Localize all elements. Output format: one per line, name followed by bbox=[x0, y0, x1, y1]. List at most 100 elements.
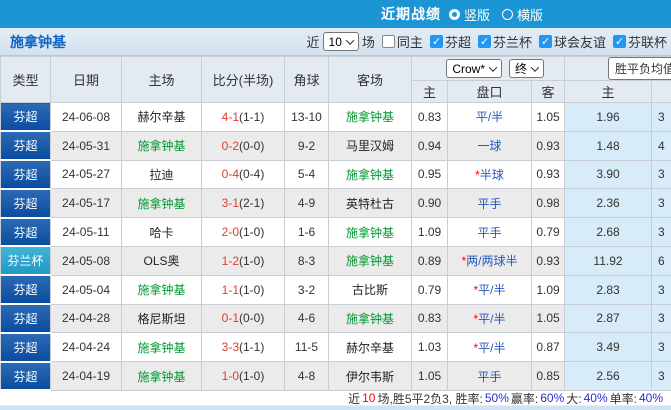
checkbox-unchecked-icon[interactable] bbox=[381, 35, 395, 48]
home-team[interactable]: OLS奥 bbox=[121, 245, 202, 276]
corners-cell: 4-9 bbox=[284, 188, 329, 219]
league-badge: 芬超 bbox=[0, 303, 51, 334]
table-row: 芬超 24-04-24 施拿钟基 3-3(1-1) 11-5 赫尔辛基 1.03… bbox=[0, 332, 671, 363]
handicap-cell: 一球 bbox=[447, 130, 532, 161]
filter-finnish-cup[interactable]: 芬兰杯 bbox=[477, 32, 532, 51]
odds-away: 0.98 bbox=[531, 188, 565, 219]
panel-title: 近期战绩 bbox=[381, 6, 441, 22]
handicap-cell: *平/半 bbox=[447, 303, 532, 334]
table-row: 芬超 24-05-17 施拿钟基 3-1(2-1) 4-9 英特杜古 0.90 … bbox=[0, 188, 671, 219]
home-team[interactable]: 拉迪 bbox=[121, 159, 202, 190]
odds-away: 0.79 bbox=[531, 217, 565, 247]
games-label: 场 bbox=[361, 35, 375, 50]
score-cell: 0-4(0-4) bbox=[201, 159, 285, 190]
odds-away: 0.93 bbox=[531, 159, 565, 190]
match-count: 10 bbox=[362, 391, 376, 406]
league-badge: 芬超 bbox=[0, 159, 51, 190]
score-cell: 1-1(1-0) bbox=[201, 274, 285, 305]
handicap-cell: 平手 bbox=[447, 361, 532, 391]
checkbox-checked-icon[interactable] bbox=[538, 35, 552, 48]
avg-partial-cell: 3 bbox=[650, 332, 671, 363]
home-team[interactable]: 格尼斯坦 bbox=[121, 303, 202, 334]
odds-away: 0.93 bbox=[531, 130, 565, 161]
col-header-handicap: 盘口 bbox=[447, 80, 532, 103]
odds-away: 1.05 bbox=[531, 102, 565, 132]
score-cell: 3-3(1-1) bbox=[201, 332, 285, 363]
avg-partial-cell: 3 bbox=[650, 217, 671, 247]
checkbox-checked-icon[interactable] bbox=[429, 35, 443, 48]
avg-group-box[interactable]: 胜平负均值 bbox=[608, 57, 671, 80]
filter-bar: 施拿钟基 近 10 场 同主 芬超 芬兰杯 球会友谊 bbox=[0, 28, 671, 56]
layout-radio-group: 竖版 横版 bbox=[449, 5, 543, 24]
match-count-select[interactable]: 10 bbox=[322, 32, 359, 51]
home-team[interactable]: 施拿钟基 bbox=[121, 188, 202, 219]
recent-results-panel: 近期战绩 竖版 横版 施拿钟基 近 10 场 同主 ✓ 芬超 ✓ 芬兰杯 ✓ 球… bbox=[0, 0, 671, 410]
league-badge: 芬超 bbox=[0, 188, 51, 219]
stats-prefix: 近 bbox=[348, 391, 361, 406]
odds-time-select[interactable]: 终 bbox=[508, 59, 544, 78]
same-home-filter[interactable]: 同主 bbox=[381, 32, 423, 51]
home-team[interactable]: 哈卡 bbox=[121, 217, 202, 247]
checkbox-checked-icon[interactable] bbox=[612, 35, 626, 48]
corners-cell: 5-4 bbox=[284, 159, 329, 190]
checkbox-checked-icon[interactable] bbox=[477, 35, 491, 48]
avg-partial-cell: 3 bbox=[650, 361, 671, 391]
col-header-odds-away: 客 bbox=[531, 80, 565, 103]
away-team[interactable]: 施拿钟基 bbox=[328, 245, 412, 276]
radio-horizontal-label: 横版 bbox=[517, 7, 544, 23]
away-team[interactable]: 赫尔辛基 bbox=[328, 332, 412, 363]
filter-club-friendly[interactable]: 球会友谊 bbox=[538, 32, 606, 51]
away-team[interactable]: 伊尔韦斯 bbox=[328, 361, 412, 391]
table-row: 芬超 24-06-08 赫尔辛基 4-1(1-1) 13-10 施拿钟基 0.8… bbox=[0, 102, 671, 133]
radio-horizontal-layout[interactable]: 横版 bbox=[502, 5, 543, 24]
radio-checked-icon[interactable] bbox=[449, 8, 460, 20]
avg-home-odds: 1.96 bbox=[564, 102, 652, 132]
filter-league-super[interactable]: 芬超 bbox=[429, 32, 471, 51]
avg-partial-cell: 3 bbox=[650, 274, 671, 305]
away-team[interactable]: 古比斯 bbox=[328, 274, 412, 305]
odds-away: 0.93 bbox=[531, 245, 565, 276]
home-team[interactable]: 施拿钟基 bbox=[121, 332, 202, 363]
league-badge: 芬兰杯 bbox=[0, 245, 51, 277]
radio-unchecked-icon[interactable] bbox=[502, 8, 514, 20]
col-header-avg-home: 主 bbox=[564, 80, 652, 103]
score-cell: 1-2(1-0) bbox=[201, 245, 285, 276]
avg-home-odds: 2.68 bbox=[564, 217, 652, 247]
filter-league-cup[interactable]: 芬联杯 bbox=[612, 32, 667, 51]
radio-vertical-layout[interactable]: 竖版 bbox=[449, 5, 490, 24]
home-team[interactable]: 施拿钟基 bbox=[121, 130, 202, 161]
table-row: 芬超 24-04-28 格尼斯坦 0-1(0-0) 4-6 施拿钟基 0.83 … bbox=[0, 303, 671, 334]
away-team[interactable]: 施拿钟基 bbox=[328, 102, 412, 132]
table-row: 芬超 24-05-27 拉迪 0-4(0-4) 5-4 施拿钟基 0.95 *半… bbox=[0, 159, 671, 190]
score-cell: 3-1(2-1) bbox=[201, 188, 285, 219]
league-badge: 芬超 bbox=[0, 274, 51, 306]
bookmaker-select[interactable]: Crow* bbox=[446, 59, 502, 78]
team-name: 施拿钟基 bbox=[10, 33, 66, 50]
stats-summary-text: 场,胜5平2负3, 胜率: bbox=[377, 391, 483, 406]
stats-summary: 近 10 场,胜5平2负3, 胜率: 50% 赢率: 60% 大: 40% 单率: 40% bbox=[0, 391, 671, 406]
home-team[interactable]: 施拿钟基 bbox=[121, 361, 202, 391]
handicap-cell: *平/半 bbox=[447, 332, 532, 363]
col-header-away: 客场 bbox=[328, 56, 412, 103]
away-team[interactable]: 施拿钟基 bbox=[328, 217, 412, 247]
home-team[interactable]: 施拿钟基 bbox=[121, 274, 202, 305]
home-team[interactable]: 赫尔辛基 bbox=[121, 102, 202, 132]
away-team[interactable]: 施拿钟基 bbox=[328, 159, 412, 190]
away-team[interactable]: 马里汉姆 bbox=[328, 130, 412, 161]
handicap-cell: *平/半 bbox=[447, 274, 532, 305]
chevron-down-icon bbox=[345, 35, 355, 45]
col-header-type: 类型 bbox=[0, 56, 51, 103]
match-date: 24-05-11 bbox=[50, 217, 122, 247]
col-header-corner: 角球 bbox=[284, 56, 329, 103]
league-badge: 芬超 bbox=[0, 332, 51, 363]
table-row: 芬超 24-05-31 施拿钟基 0-2(0-0) 9-2 马里汉姆 0.94 … bbox=[0, 130, 671, 162]
away-team[interactable]: 英特杜古 bbox=[328, 188, 412, 219]
score-cell: 0-2(0-0) bbox=[201, 130, 285, 161]
away-team[interactable]: 施拿钟基 bbox=[328, 303, 412, 334]
corners-cell: 1-6 bbox=[284, 217, 329, 247]
radio-vertical-label: 竖版 bbox=[464, 7, 491, 23]
chevron-down-icon bbox=[488, 62, 498, 72]
match-date: 24-05-17 bbox=[50, 188, 122, 219]
avg-partial-cell: 4 bbox=[650, 130, 671, 161]
avg-home-odds: 11.92 bbox=[564, 245, 652, 276]
